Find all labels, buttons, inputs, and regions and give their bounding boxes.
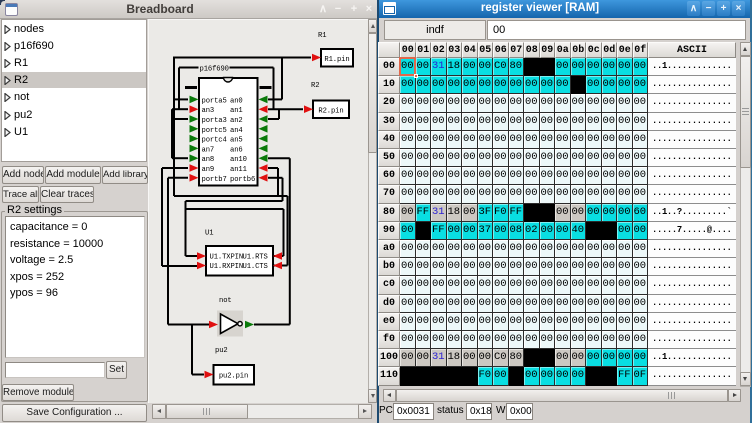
- svg-text:an9: an9: [202, 166, 215, 174]
- svg-text:not: not: [219, 297, 232, 305]
- svg-text:an2: an2: [230, 117, 243, 125]
- svg-text:R1.pin: R1.pin: [324, 56, 349, 64]
- svg-text:an4: an4: [230, 127, 243, 135]
- svg-text:R1: R1: [318, 32, 326, 40]
- svg-text:an7: an7: [202, 146, 215, 154]
- svg-text:an10: an10: [230, 156, 247, 164]
- svg-text:p16f690: p16f690: [200, 66, 229, 74]
- svg-text:an6: an6: [230, 146, 243, 154]
- svg-text:portb7: portb7: [202, 176, 227, 184]
- svg-text:U1.RTS: U1.RTS: [243, 254, 268, 262]
- svg-text:porta3: porta3: [202, 117, 227, 125]
- svg-text:an0: an0: [230, 97, 243, 105]
- svg-text:U1.CTS: U1.CTS: [243, 263, 268, 271]
- svg-text:portc5: portc5: [202, 127, 227, 135]
- svg-text:pu2.pin: pu2.pin: [219, 373, 248, 381]
- svg-text:R2.pin: R2.pin: [318, 108, 343, 116]
- svg-text:U1.TXPIN: U1.TXPIN: [210, 254, 244, 262]
- svg-text:R2: R2: [311, 82, 319, 90]
- svg-text:an5: an5: [230, 137, 243, 145]
- svg-text:portb6: portb6: [230, 176, 255, 184]
- svg-text:porta5: porta5: [202, 97, 227, 105]
- svg-text:U1: U1: [205, 230, 213, 238]
- svg-text:pu2: pu2: [215, 347, 228, 355]
- svg-text:portc4: portc4: [202, 137, 227, 145]
- svg-text:an11: an11: [230, 166, 247, 174]
- svg-text:an8: an8: [202, 156, 215, 164]
- svg-text:an3: an3: [202, 107, 215, 115]
- svg-text:an1: an1: [230, 107, 243, 115]
- svg-text:U1.RXPIN: U1.RXPIN: [210, 263, 244, 271]
